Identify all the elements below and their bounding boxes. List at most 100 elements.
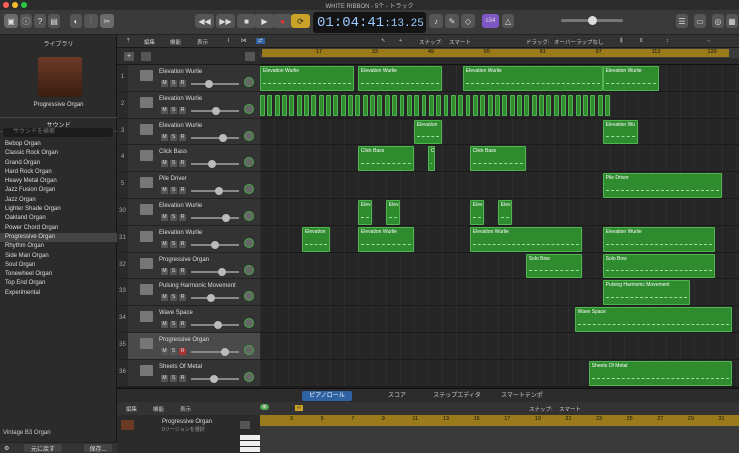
track-name[interactable]: Progressive Organ: [159, 257, 209, 263]
region[interactable]: [311, 94, 317, 116]
catch-icon[interactable]: ⇄: [256, 38, 265, 44]
region[interactable]: [524, 94, 530, 116]
horizontal-zoom-icon[interactable]: ⇔: [706, 38, 712, 44]
flex-icon[interactable]: ⋈: [241, 38, 247, 44]
mute-button[interactable]: M: [161, 321, 168, 329]
region[interactable]: [333, 94, 339, 116]
region[interactable]: Elevation Wurlie: [357, 226, 414, 252]
volume-fader[interactable]: [191, 270, 239, 273]
region[interactable]: [392, 94, 398, 116]
region[interactable]: [597, 94, 603, 116]
solo-button[interactable]: S: [170, 80, 177, 87]
track-lane[interactable]: [260, 119, 739, 146]
track-name[interactable]: Pile Driver: [159, 176, 187, 182]
editors-button[interactable]: ✂: [100, 14, 114, 28]
track-header[interactable]: 36 Sheets Of Metal M S R: [117, 359, 260, 387]
volume-fader[interactable]: [191, 83, 239, 85]
volume-fader-knob[interactable]: [219, 133, 227, 142]
record-enable-button[interactable]: R: [179, 267, 186, 275]
region[interactable]: Click Bass: [469, 146, 526, 172]
sound-list-item[interactable]: Top End Organ: [0, 279, 117, 288]
volume-fader-knob[interactable]: [214, 321, 222, 330]
region[interactable]: Elevation Wurlie: [602, 226, 715, 252]
master-volume-knob[interactable]: [588, 16, 597, 25]
pan-knob[interactable]: [244, 211, 254, 221]
volume-fader-knob[interactable]: [208, 160, 216, 169]
region[interactable]: Elevation: [301, 226, 330, 252]
sound-list-item[interactable]: Jazz Organ: [0, 196, 117, 205]
region[interactable]: [465, 94, 471, 116]
volume-fader-knob[interactable]: [221, 348, 229, 356]
region[interactable]: [348, 94, 353, 116]
track-name[interactable]: Elevation Wurlie: [159, 230, 202, 236]
region[interactable]: [267, 94, 273, 116]
region[interactable]: Elev: [497, 200, 512, 225]
region[interactable]: Elev: [357, 200, 372, 225]
view-menu[interactable]: 表示: [197, 38, 208, 46]
record-enable-button[interactable]: R: [179, 106, 186, 114]
volume-fader-knob[interactable]: [218, 267, 226, 276]
track-name[interactable]: Click Bass: [159, 149, 187, 155]
waveform-zoom-icon[interactable]: ⫼: [620, 38, 623, 45]
sound-list-item[interactable]: Hard Rock Organ: [0, 168, 117, 177]
function-menu[interactable]: 機能: [170, 38, 181, 46]
editor-options-icon[interactable]: [240, 421, 250, 429]
play-button[interactable]: ▶: [255, 14, 274, 28]
track-header[interactable]: 35 Progressive Organ M S R: [117, 333, 260, 360]
region[interactable]: [553, 94, 559, 116]
region[interactable]: Wave Space: [574, 307, 732, 332]
arrange-area[interactable]: Elevation Wurlie Elevation Wurlie Elevatio…: [260, 65, 739, 387]
library-search-input[interactable]: サウンドを検索: [3, 128, 113, 137]
pan-knob[interactable]: [244, 371, 254, 382]
track-header[interactable]: 33 Pulsing Harmonic Movement M S R: [117, 279, 260, 307]
up-arrow-icon[interactable]: ⤒: [127, 38, 129, 45]
region[interactable]: Solo Bow: [602, 253, 715, 279]
track-header[interactable]: 32 Progressive Organ M S R: [117, 252, 260, 280]
region[interactable]: [472, 94, 478, 116]
region[interactable]: Elevation Wurlie: [260, 66, 355, 91]
region[interactable]: Click Bass: [357, 146, 414, 172]
region[interactable]: Pile Driver: [602, 173, 722, 198]
editor-snap-dropdown[interactable]: スマート: [559, 405, 581, 413]
edit-menu[interactable]: 編集: [144, 38, 155, 46]
editor-tab[interactable]: スマートテンポ: [492, 391, 552, 401]
region[interactable]: [414, 94, 420, 116]
sound-list-item[interactable]: Experimental: [0, 289, 117, 298]
region[interactable]: [304, 94, 309, 116]
record-enable-button[interactable]: R: [179, 160, 186, 168]
mute-button[interactable]: M: [161, 240, 168, 248]
track-header[interactable]: 5 Pile Driver M S R: [117, 172, 260, 199]
mute-button[interactable]: M: [161, 294, 168, 302]
track-header[interactable]: 34 Wave Space M S R: [117, 306, 260, 333]
vertical-zoom-icon[interactable]: ⇕: [639, 38, 644, 44]
solo-button[interactable]: S: [170, 321, 177, 329]
track-header[interactable]: 1 Elevation Wurlie M S R: [117, 65, 260, 92]
editor-tab[interactable]: ステップエディタ: [427, 391, 487, 401]
pan-knob[interactable]: [244, 318, 254, 329]
snap-dropdown[interactable]: スマート: [449, 38, 471, 46]
volume-fader-knob[interactable]: [222, 214, 230, 222]
region[interactable]: Elevation Wurlie: [462, 66, 603, 91]
volume-fader[interactable]: [191, 217, 239, 219]
crosshair-tool-icon[interactable]: +: [399, 38, 402, 44]
track-header[interactable]: 31 Elevation Wurlie M S R: [117, 225, 260, 253]
region[interactable]: [487, 94, 493, 116]
zoom-slider-icon[interactable]: ↕: [666, 38, 669, 44]
region[interactable]: C: [427, 146, 435, 172]
region[interactable]: [355, 94, 361, 116]
region[interactable]: [546, 94, 552, 116]
region[interactable]: Elevation Wu: [602, 119, 638, 145]
pan-knob[interactable]: [244, 264, 254, 275]
sound-list-item[interactable]: Jazz Fusion Organ: [0, 186, 117, 195]
midi-in-icon[interactable]: ◉: [260, 404, 269, 410]
piano-keyboard[interactable]: [240, 435, 260, 453]
rewind-button[interactable]: ◀◀: [195, 14, 214, 28]
track-header[interactable]: 3 Elevation Wurlie M S R: [117, 118, 260, 146]
region[interactable]: [568, 94, 574, 116]
solo-button[interactable]: S: [170, 240, 177, 248]
region[interactable]: [436, 94, 442, 116]
mute-button[interactable]: M: [161, 374, 168, 382]
automation-icon[interactable]: ⌇: [227, 38, 230, 44]
piano-roll-grid[interactable]: [260, 426, 739, 453]
record-enable-button[interactable]: R: [179, 80, 186, 87]
